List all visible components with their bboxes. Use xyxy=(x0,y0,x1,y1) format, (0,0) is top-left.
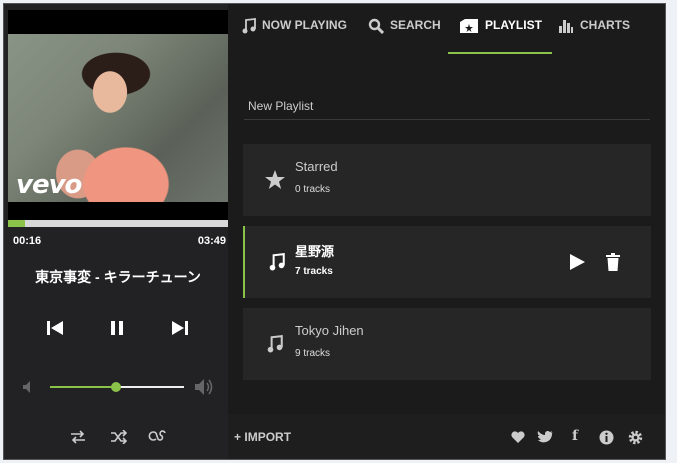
video-player[interactable]: vevo xyxy=(8,10,228,220)
import-button[interactable]: + IMPORT xyxy=(234,430,291,444)
skip-next-icon xyxy=(172,321,188,335)
current-time: 00:16 xyxy=(13,235,42,247)
tab-now-playing-label: NOW PLAYING xyxy=(262,18,347,32)
play-icon[interactable] xyxy=(568,253,586,271)
music-note-icon xyxy=(242,18,256,34)
info-icon[interactable] xyxy=(599,430,614,445)
volume-up-icon[interactable] xyxy=(194,378,214,396)
twitter-icon[interactable] xyxy=(537,430,554,444)
track-progress-fill xyxy=(8,220,25,227)
skip-previous-icon xyxy=(47,321,63,335)
volume-slider-handle[interactable] xyxy=(110,382,121,392)
import-label: IMPORT xyxy=(244,430,292,444)
track-progress-bar[interactable] xyxy=(8,220,228,227)
music-note-icon xyxy=(263,332,287,356)
volume-slider[interactable] xyxy=(50,382,184,392)
playlist-track-count: 9 tracks xyxy=(295,348,331,359)
player-panel: vevo 00:16 03:49 東京事変 - キラーチューン xyxy=(4,4,228,459)
app-window: vevo 00:16 03:49 東京事変 - キラーチューン NOW PLAY… xyxy=(3,3,666,460)
tab-playlist[interactable]: PLAYLIST xyxy=(448,18,552,54)
tab-charts[interactable]: CHARTS xyxy=(558,18,630,54)
bar-chart-icon xyxy=(559,20,573,33)
repeat-icon[interactable] xyxy=(70,430,86,444)
tab-now-playing[interactable]: NOW PLAYING xyxy=(242,18,347,54)
playlist-name: Starred xyxy=(295,159,338,174)
playlist-item-starred[interactable]: Starred 0 tracks xyxy=(243,144,651,216)
track-title: 東京事変 - キラーチューン xyxy=(35,269,201,285)
lastfm-icon[interactable] xyxy=(147,429,167,443)
tab-search[interactable]: SEARCH xyxy=(368,18,441,54)
playlist-icon xyxy=(460,19,478,33)
playlist-item-tokyo-jihen[interactable]: Tokyo Jihen 9 tracks xyxy=(243,308,651,380)
facebook-icon[interactable]: f xyxy=(572,428,578,444)
playlist-name: 星野源 xyxy=(295,244,335,259)
pause-button[interactable] xyxy=(107,318,127,338)
gear-icon[interactable] xyxy=(628,430,643,445)
next-track-button[interactable] xyxy=(170,318,190,338)
plus-icon: + xyxy=(234,430,242,444)
footer-bar: + IMPORT f xyxy=(228,414,665,459)
playlist-track-count: 0 tracks xyxy=(295,184,331,195)
playlist-track-count: 7 tracks xyxy=(295,266,333,277)
previous-track-button[interactable] xyxy=(45,318,65,338)
playlist-item-hoshino-gen[interactable]: 星野源 7 tracks xyxy=(243,226,651,298)
shuffle-icon[interactable] xyxy=(110,430,128,444)
content-panel: NOW PLAYING SEARCH PLAYLIST CHARTS Starr… xyxy=(228,4,665,459)
vevo-watermark: vevo xyxy=(16,170,82,200)
tab-playlist-label: PLAYLIST xyxy=(485,18,542,32)
tab-search-label: SEARCH xyxy=(390,18,441,32)
total-time: 03:49 xyxy=(197,235,226,247)
pause-icon xyxy=(111,321,123,335)
tab-bar: NOW PLAYING SEARCH PLAYLIST CHARTS xyxy=(228,4,665,54)
playlist-name: Tokyo Jihen xyxy=(295,323,364,338)
volume-mute-icon[interactable] xyxy=(22,380,36,394)
trash-icon[interactable] xyxy=(605,253,621,271)
new-playlist-input[interactable] xyxy=(244,96,650,120)
music-note-icon xyxy=(265,250,289,274)
star-icon xyxy=(263,168,287,192)
heart-icon[interactable] xyxy=(510,430,526,444)
tab-charts-label: CHARTS xyxy=(580,18,630,32)
search-icon xyxy=(368,18,384,34)
volume-slider-fill xyxy=(50,386,116,388)
